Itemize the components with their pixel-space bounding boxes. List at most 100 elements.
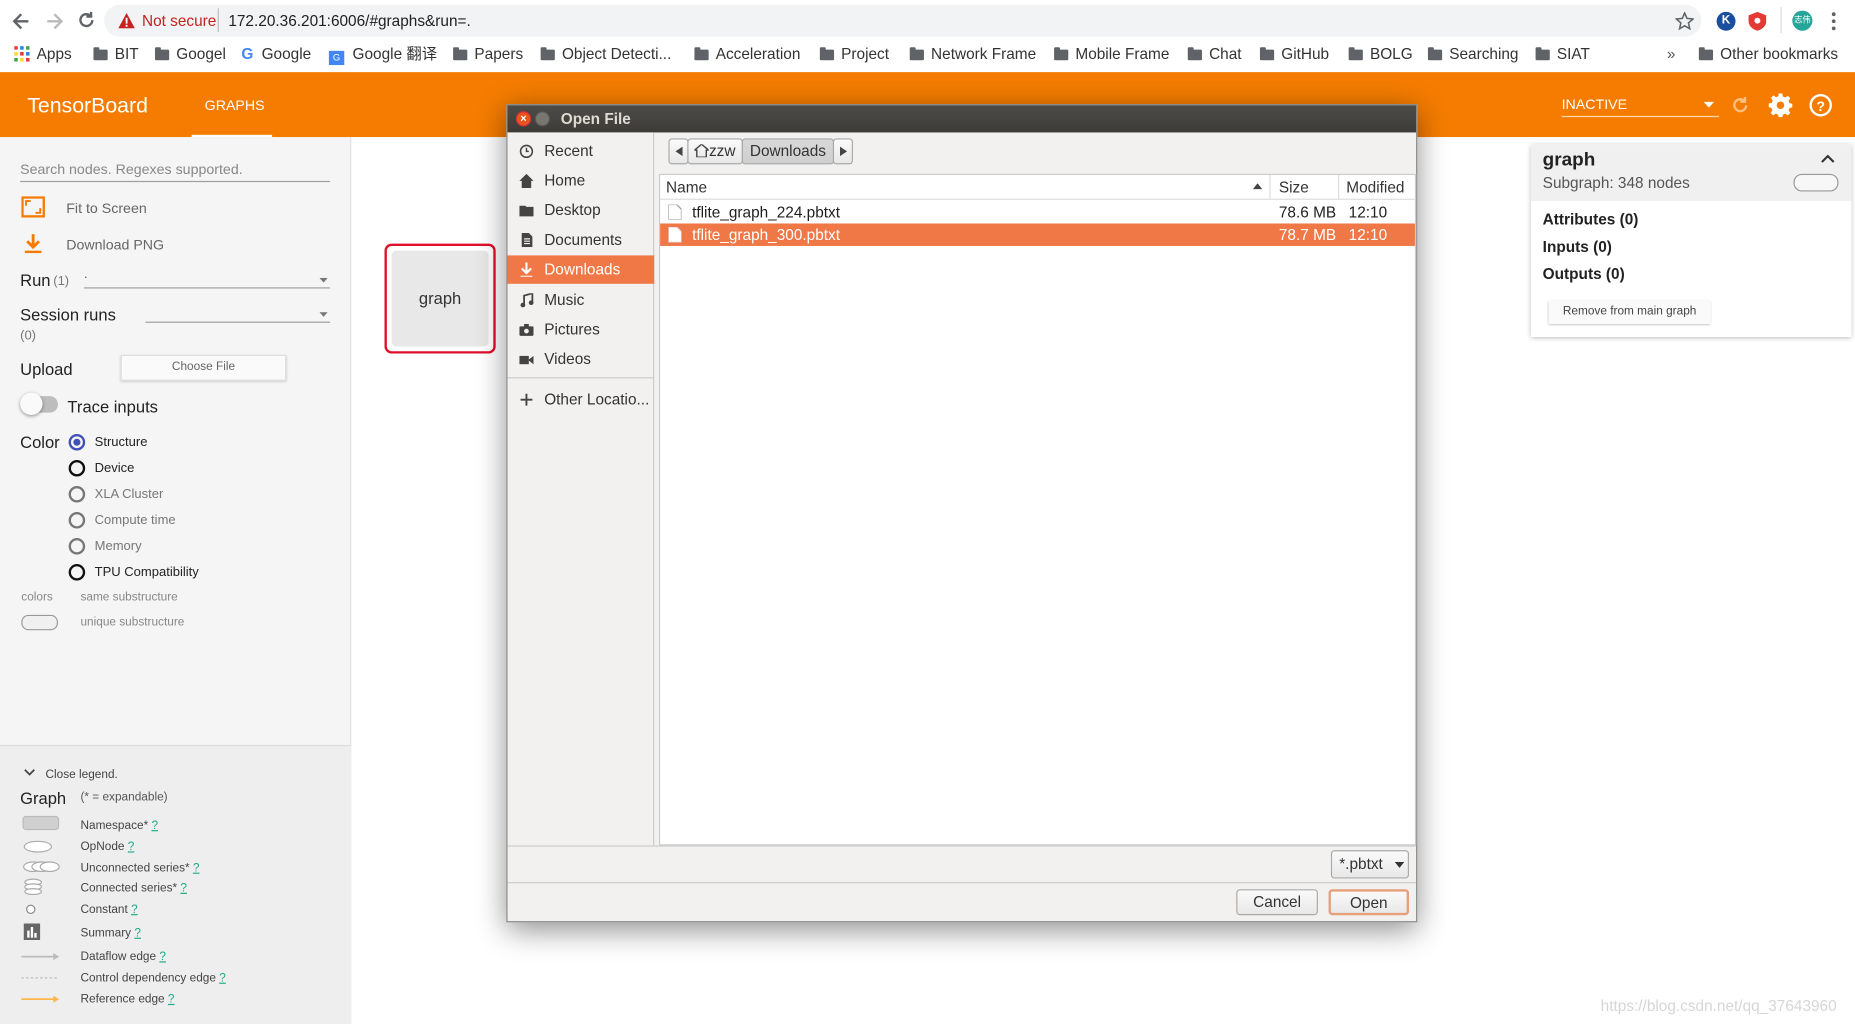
run-select[interactable]: . [83,267,331,289]
bookmark-object-detection[interactable]: Object Detecti... [540,41,671,72]
help-link[interactable]: ? [180,882,187,895]
url-text[interactable]: 172.20.36.201:6006/#graphs&run=. [228,12,470,30]
open-button[interactable]: Open [1328,889,1410,916]
graph-node-highlight[interactable]: graph [384,243,496,354]
download-png-button[interactable]: Download PNG [22,233,164,257]
run-status-dropdown[interactable]: INACTIVE [1561,93,1719,118]
bookmarks-bar: Apps BIT Googel G Google G Google 翻译 Paper… [0,41,1855,73]
close-legend-button[interactable]: Close legend. [24,763,118,782]
maximize-icon[interactable] [534,111,551,127]
legend-item-label: Control dependency edge [80,971,216,985]
bookmark-mobile-frame[interactable]: Mobile Frame [1054,41,1169,72]
profile-avatar[interactable]: 志伟 [1792,10,1813,31]
bookmark-label: Other bookmarks [1720,44,1839,63]
trace-inputs-toggle[interactable] [20,392,58,416]
legend-control-edge: Control dependency edge ? [80,972,225,985]
inputs-toggle[interactable]: Inputs (0) [1543,238,1612,256]
radio-structure[interactable] [68,433,86,451]
bookmarks-overflow[interactable]: » [1667,41,1676,72]
path-segment-downloads[interactable]: Downloads [741,138,835,165]
chevron-left-icon [674,146,683,157]
help-link[interactable]: ? [134,927,141,940]
file-row-selected[interactable]: tflite_graph_300.pbtxt 78.7 MB 12:10 [660,223,1415,246]
place-documents[interactable]: Documents [508,226,655,254]
refresh-icon[interactable] [1731,96,1750,115]
omnibox[interactable]: Not secure 172.20.36.201:6006/#graphs&ru… [104,4,1702,37]
folder-icon [1427,47,1443,61]
settings-gear-icon[interactable] [1768,93,1793,118]
bookmark-siat[interactable]: SIAT [1535,41,1590,72]
place-downloads[interactable]: Downloads [507,255,655,284]
bookmark-acceleration[interactable]: Acceleration [694,41,800,72]
close-icon[interactable]: × [515,111,532,127]
path-back-button[interactable] [668,138,689,165]
radio-device[interactable] [68,459,86,477]
place-other-locations[interactable]: Other Locatio... [508,385,655,413]
folder-icon [1259,47,1275,61]
radio-memory[interactable] [68,538,86,555]
bookmark-bolg[interactable]: BOLG [1348,41,1413,72]
place-home[interactable]: Home [508,167,655,195]
remove-from-main-graph-button[interactable]: Remove from main graph [1548,300,1711,324]
path-forward-button[interactable] [832,138,853,165]
back-arrow-icon[interactable] [11,11,32,32]
help-link[interactable]: ? [128,841,135,854]
outputs-toggle[interactable]: Outputs (0) [1543,265,1625,283]
bookmark-papers[interactable]: Papers [453,41,523,72]
folder-icon [694,47,709,61]
column-size[interactable]: Size [1279,179,1309,197]
bookmark-googel[interactable]: Googel [154,41,226,72]
tab-graphs[interactable]: GRAPHS [191,72,273,138]
place-pictures[interactable]: Pictures [508,316,655,344]
help-link[interactable]: ? [151,819,158,832]
file-filter-select[interactable]: *.pbtxt [1330,850,1410,879]
cancel-button[interactable]: Cancel [1236,889,1318,916]
bookmark-searching[interactable]: Searching [1427,41,1518,72]
help-icon[interactable]: ? [1809,93,1833,117]
help-link[interactable]: ? [159,951,166,964]
column-modified[interactable]: Modified [1346,179,1404,197]
bookmark-google-translate[interactable]: G Google 翻译 [328,41,437,72]
help-link[interactable]: ? [219,972,226,985]
radio-xla-cluster[interactable] [68,485,86,503]
bookmark-bit[interactable]: BIT [93,41,139,72]
place-desktop[interactable]: Desktop [508,196,655,224]
star-icon[interactable] [1675,11,1695,31]
column-name[interactable]: Name [666,179,707,197]
bookmark-google[interactable]: G Google [241,41,311,72]
help-link[interactable]: ? [193,862,200,875]
place-videos[interactable]: Videos [508,345,655,373]
help-link[interactable]: ? [131,903,138,916]
choose-file-button[interactable]: Choose File [120,354,287,381]
chevron-up-icon[interactable] [1821,154,1835,163]
help-link[interactable]: ? [168,993,175,1006]
fit-to-screen-button[interactable]: Fit to Screen [21,196,147,220]
radio-compute-time[interactable] [68,512,86,529]
toggle-knob [20,392,43,416]
bookmark-network-frame[interactable]: Network Frame [909,41,1036,72]
path-segment-home[interactable]: zzw [687,138,743,165]
bookmark-apps[interactable]: Apps [14,41,72,72]
legend-opnode: OpNode ? [80,841,134,854]
search-nodes-input[interactable]: Search nodes. Regexes supported. [20,161,331,183]
radio-tpu[interactable] [68,564,86,581]
extension-k-icon[interactable]: K [1716,11,1736,31]
place-recent[interactable]: Recent [508,137,655,165]
attributes-toggle[interactable]: Attributes (0) [1543,210,1639,228]
graph-node[interactable]: graph [391,250,489,347]
legend-graph-title: Graph [20,788,67,808]
bookmark-label: Papers [474,44,524,63]
bookmark-github[interactable]: GitHub [1259,41,1329,72]
file-list[interactable]: Name Size Modified tflite_graph_224.pbtx… [658,173,1417,846]
bookmark-other[interactable]: Other bookmarks [1698,41,1839,72]
dialog-titlebar[interactable]: × Open File [507,105,1417,133]
bookmark-chat[interactable]: Chat [1187,41,1242,72]
session-runs-select[interactable] [145,306,331,323]
forward-arrow-icon[interactable] [44,11,65,32]
file-row[interactable]: tflite_graph_224.pbtxt 78.6 MB 12:10 [660,201,1415,223]
shield-extension-icon[interactable] [1748,11,1767,31]
place-music[interactable]: Music [508,286,655,314]
reload-icon[interactable] [76,9,97,30]
bookmark-project[interactable]: Project [819,41,889,72]
menu-dots-icon[interactable] [1830,12,1837,31]
